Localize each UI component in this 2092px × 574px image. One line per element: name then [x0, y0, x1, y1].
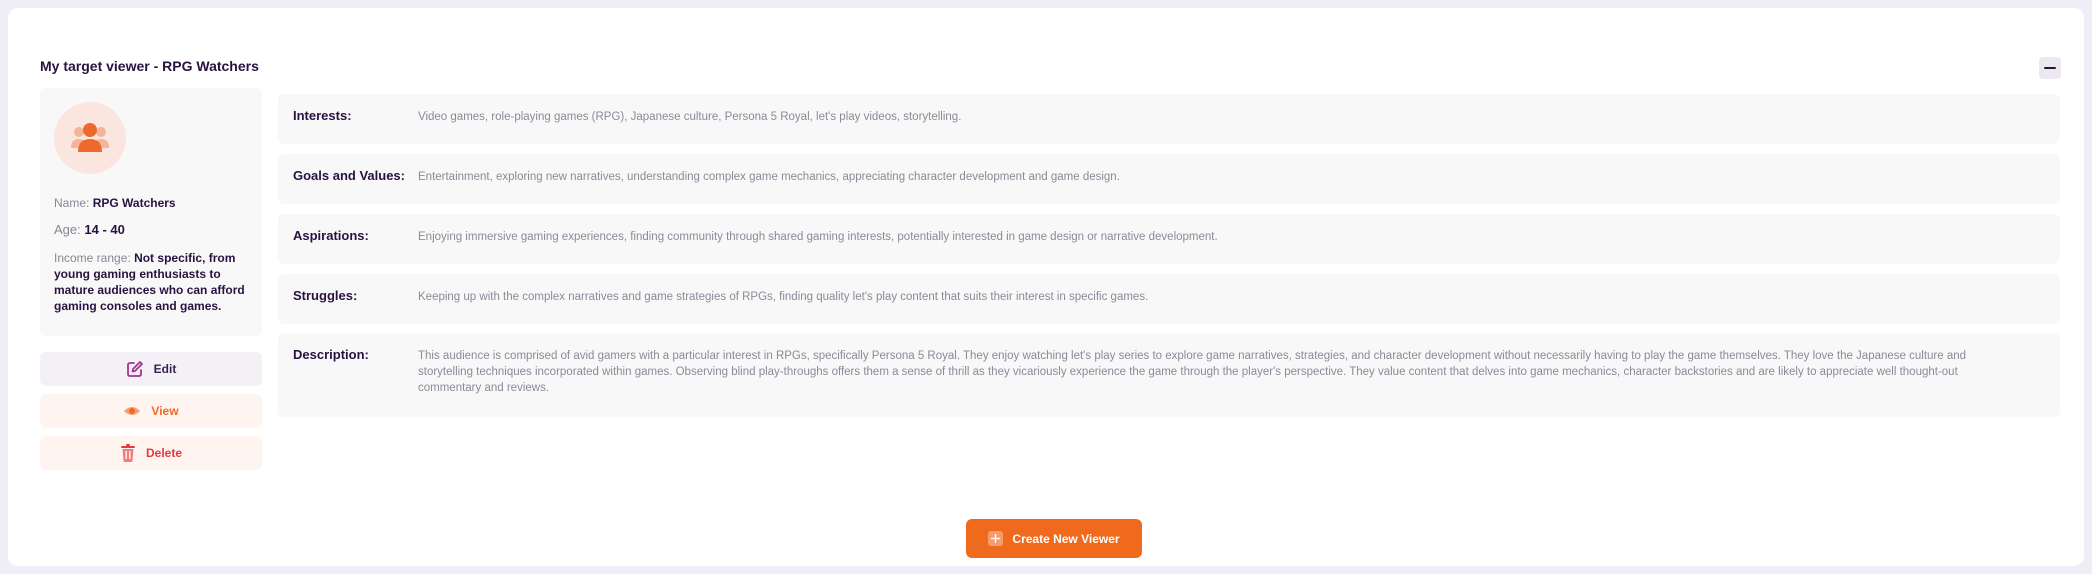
audience-group-icon [71, 123, 109, 152]
profile-income: Income range: Not specific, from young g… [54, 251, 245, 313]
edit-pencil-icon [126, 361, 143, 377]
profile-name-value: RPG Watchers [92, 196, 176, 210]
detail-row-aspirations: Aspirations: Enjoying immersive gaming e… [278, 214, 2060, 264]
trash-icon [120, 444, 135, 462]
profile-age-value: 14 - 40 [84, 222, 125, 237]
detail-value: Entertainment, exploring new narratives,… [418, 171, 1120, 183]
edit-button[interactable]: Edit [40, 352, 262, 386]
profile-card: Name: RPG Watchers Age: 14 - 40 Income r… [40, 88, 262, 336]
detail-label: Struggles: [293, 288, 358, 303]
detail-value: This audience is comprised of avid gamer… [418, 350, 1967, 394]
detail-label: Description: [293, 347, 369, 362]
minus-icon [2044, 67, 2056, 69]
detail-label: Interests: [293, 108, 352, 123]
detail-row-struggles: Struggles: Keeping up with the complex n… [278, 274, 2060, 324]
profile-age: Age: 14 - 40 [54, 222, 125, 237]
detail-label: Aspirations: [293, 228, 369, 243]
detail-row-interests: Interests: Video games, role-playing gam… [278, 94, 2060, 144]
detail-row-goals: Goals and Values: Entertainment, explori… [278, 154, 2060, 204]
profile-name: Name: RPG Watchers [54, 196, 176, 210]
plus-icon [988, 531, 1004, 546]
collapse-button[interactable] [2039, 57, 2061, 79]
detail-label: Goals and Values: [293, 168, 405, 183]
view-button[interactable]: View [40, 394, 262, 428]
detail-value: Enjoying immersive gaming experiences, f… [418, 231, 1218, 243]
create-new-viewer-button[interactable]: Create New Viewer [966, 519, 1142, 558]
avatar [54, 102, 126, 174]
detail-value: Keeping up with the complex narratives a… [418, 291, 1149, 303]
eye-icon [124, 407, 141, 415]
delete-button[interactable]: Delete [40, 436, 262, 470]
panel-title: My target viewer - RPG Watchers [40, 58, 259, 74]
detail-row-description: Description: This audience is comprised … [278, 333, 2060, 417]
target-viewer-card: My target viewer - RPG Watchers Name: RP… [8, 8, 2084, 566]
detail-value: Video games, role-playing games (RPG), J… [418, 111, 962, 123]
